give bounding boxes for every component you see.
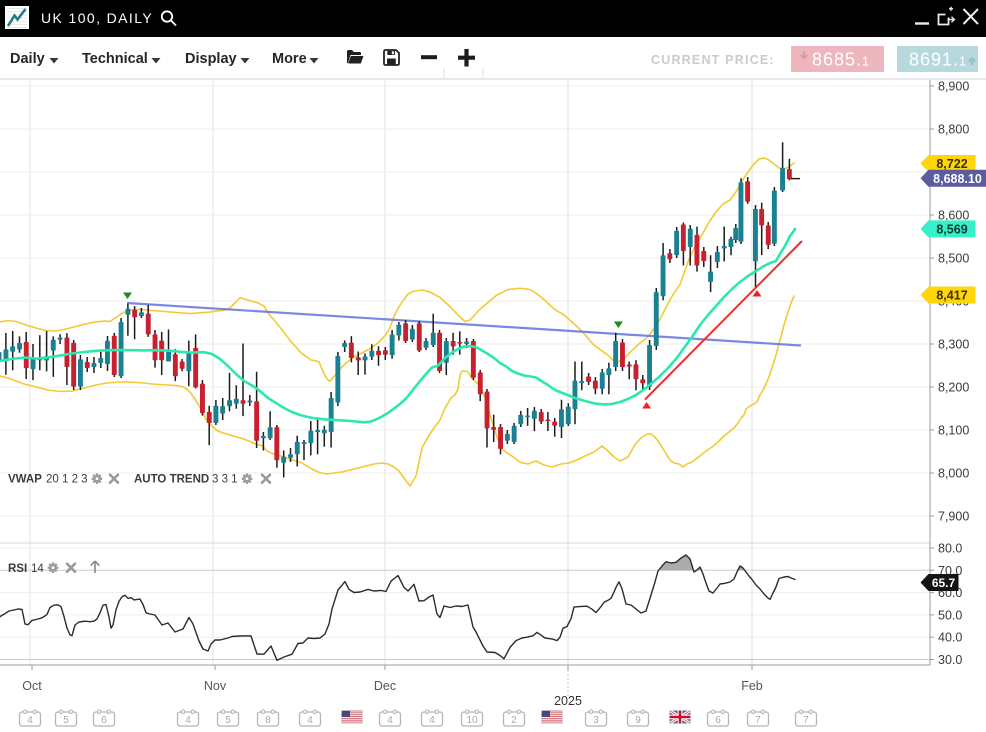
svg-text:CURRENT PRICE:: CURRENT PRICE:	[651, 53, 775, 67]
svg-text:6: 6	[715, 715, 721, 726]
svg-text:8,200: 8,200	[938, 381, 969, 395]
svg-text:8,000: 8,000	[938, 467, 969, 481]
svg-text:4: 4	[429, 715, 435, 726]
svg-text:40.0: 40.0	[938, 631, 962, 645]
svg-text:8,569: 8,569	[936, 222, 967, 236]
svg-text:More: More	[272, 51, 307, 67]
svg-text:50.0: 50.0	[938, 608, 962, 622]
svg-text:Feb: Feb	[741, 679, 763, 693]
svg-text:8685.1: 8685.1	[812, 50, 870, 70]
svg-text:4: 4	[387, 715, 393, 726]
svg-text:30.0: 30.0	[938, 653, 962, 667]
svg-text:Dec: Dec	[374, 679, 396, 693]
svg-text:8,100: 8,100	[938, 424, 969, 438]
svg-text:8,300: 8,300	[938, 338, 969, 352]
svg-text:7: 7	[755, 715, 761, 726]
svg-text:6: 6	[101, 715, 107, 726]
svg-text:VWAP: VWAP	[8, 474, 42, 486]
svg-text:AUTO TREND: AUTO TREND	[134, 474, 209, 486]
svg-text:UK 100, DAILY: UK 100, DAILY	[41, 10, 153, 26]
svg-text:8691.1: 8691.1	[909, 50, 967, 70]
svg-text:Oct: Oct	[22, 679, 42, 693]
svg-text:3: 3	[593, 715, 599, 726]
svg-text:80.0: 80.0	[938, 542, 962, 556]
svg-text:Display: Display	[185, 51, 237, 67]
svg-text:2: 2	[511, 715, 517, 726]
svg-text:3 3 1: 3 3 1	[212, 474, 238, 486]
svg-text:RSI: RSI	[8, 563, 27, 575]
svg-text:7: 7	[803, 715, 809, 726]
svg-text:8,417: 8,417	[936, 289, 967, 303]
svg-text:8,688.10: 8,688.10	[933, 172, 982, 186]
svg-text:5: 5	[225, 715, 231, 726]
svg-text:Technical: Technical	[82, 51, 148, 67]
svg-text:5: 5	[63, 715, 69, 726]
svg-text:8,800: 8,800	[938, 123, 969, 137]
svg-text:8,900: 8,900	[938, 80, 969, 94]
svg-text:14: 14	[31, 563, 44, 575]
svg-text:4: 4	[27, 715, 33, 726]
svg-text:8,500: 8,500	[938, 252, 969, 266]
svg-text:65.7: 65.7	[932, 576, 956, 590]
svg-text:Nov: Nov	[204, 679, 227, 693]
svg-text:Daily: Daily	[10, 51, 45, 67]
svg-text:10: 10	[466, 715, 478, 726]
svg-text:7,900: 7,900	[938, 510, 969, 524]
svg-text:8,722: 8,722	[936, 157, 967, 171]
svg-text:4: 4	[307, 715, 313, 726]
svg-text:20 1 2 3: 20 1 2 3	[46, 474, 88, 486]
svg-text:4: 4	[185, 715, 191, 726]
svg-text:2025: 2025	[554, 694, 582, 708]
svg-text:9: 9	[635, 715, 641, 726]
svg-text:8: 8	[265, 715, 271, 726]
